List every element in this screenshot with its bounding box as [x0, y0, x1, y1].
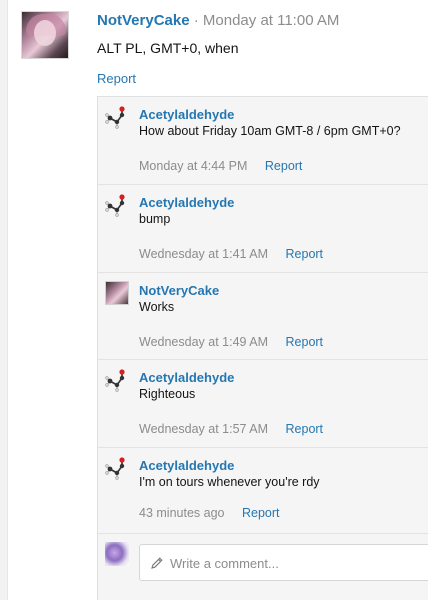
comment-report-link[interactable]: Report	[286, 422, 324, 436]
author-avatar[interactable]	[21, 11, 69, 59]
comment-composer: Write a comment...	[98, 534, 428, 600]
comment-item: NotVeryCake Works Wednesday at 1:49 AM R…	[98, 273, 428, 360]
comment-timestamp[interactable]: 43 minutes ago	[139, 506, 224, 520]
comment-item: Acetylaldehyde Righteous Wednesday at 1:…	[98, 360, 428, 448]
comment-report-link[interactable]: Report	[265, 159, 303, 173]
comment-meta: Wednesday at 1:57 AM Report	[139, 422, 323, 436]
comment-text: How about Friday 10am GMT-8 / 6pm GMT+0?	[139, 124, 401, 138]
comment-meta: Monday at 4:44 PM Report	[139, 159, 302, 173]
post-body: ALT PL, GMT+0, when	[97, 40, 239, 56]
comments-panel: Acetylaldehyde How about Friday 10am GMT…	[97, 96, 428, 600]
comment-timestamp[interactable]: Monday at 4:44 PM	[139, 159, 247, 173]
comment-text: I'm on tours whenever you're rdy	[139, 475, 320, 489]
comment-timestamp[interactable]: Wednesday at 1:49 AM	[139, 335, 268, 349]
comment-item: Acetylaldehyde I'm on tours whenever you…	[98, 448, 428, 534]
molecule-icon[interactable]	[105, 105, 129, 129]
comment-timestamp[interactable]: Wednesday at 1:41 AM	[139, 247, 268, 261]
molecule-icon[interactable]	[105, 368, 129, 392]
post-author-link[interactable]: NotVeryCake	[97, 12, 190, 29]
current-user-avatar	[105, 542, 129, 566]
comment-author-link[interactable]: Acetylaldehyde	[139, 107, 234, 122]
comment-item: Acetylaldehyde How about Friday 10am GMT…	[98, 97, 428, 185]
comment-report-link[interactable]: Report	[242, 506, 280, 520]
comment-meta: Wednesday at 1:49 AM Report	[139, 335, 323, 349]
comment-author-link[interactable]: Acetylaldehyde	[139, 458, 234, 473]
comment-input[interactable]: Write a comment...	[139, 544, 428, 581]
comment-report-link[interactable]: Report	[286, 335, 324, 349]
molecule-icon[interactable]	[105, 193, 129, 217]
comment-text: Works	[139, 300, 175, 314]
comment-meta: 43 minutes ago Report	[139, 506, 280, 520]
avatar-face	[34, 20, 56, 46]
header-separator: ·	[193, 12, 199, 29]
comment-author-link[interactable]: Acetylaldehyde	[139, 370, 234, 385]
comment-author-link[interactable]: Acetylaldehyde	[139, 195, 234, 210]
left-gutter	[0, 0, 8, 600]
anime-girl-avatar[interactable]	[105, 281, 129, 305]
post-report-link[interactable]: Report	[97, 71, 136, 86]
molecule-icon[interactable]	[105, 456, 129, 480]
comment-text: Righteous	[139, 387, 196, 401]
post-timestamp[interactable]: Monday at 11:00 AM	[203, 12, 339, 29]
comment-item: Acetylaldehyde bump Wednesday at 1:41 AM…	[98, 185, 428, 273]
comment-timestamp[interactable]: Wednesday at 1:57 AM	[139, 422, 268, 436]
comment-report-link[interactable]: Report	[286, 247, 324, 261]
comment-meta: Wednesday at 1:41 AM Report	[139, 247, 323, 261]
post-header: NotVeryCake · Monday at 11:00 AM	[97, 12, 339, 29]
comment-input-placeholder: Write a comment...	[170, 556, 279, 571]
pencil-icon	[151, 557, 163, 569]
message-post: NotVeryCake · Monday at 11:00 AM ALT PL,…	[8, 0, 428, 600]
comment-author-link[interactable]: NotVeryCake	[139, 283, 219, 298]
comment-text: bump	[139, 212, 171, 226]
